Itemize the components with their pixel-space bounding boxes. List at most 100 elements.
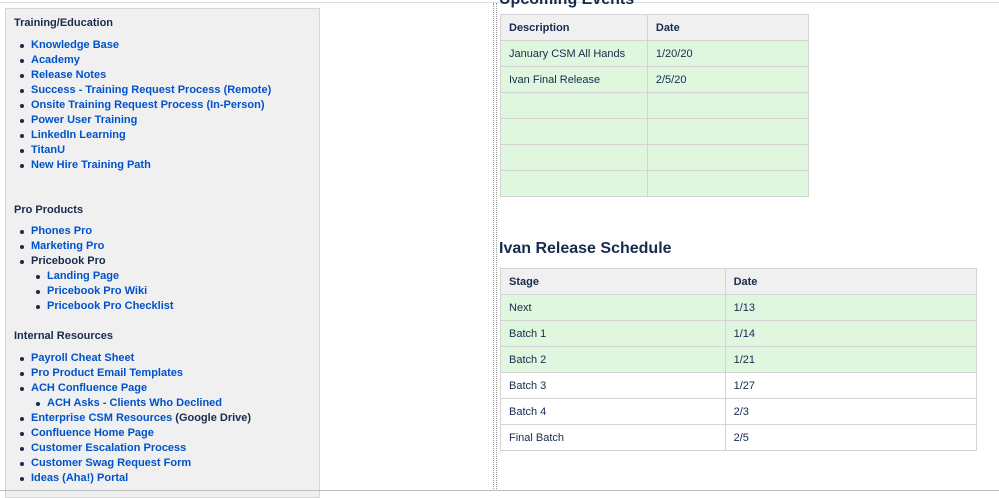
date-cell: 1/21 [724, 346, 978, 373]
training-section-title: Training/Education [14, 17, 114, 29]
ach-asks-link[interactable]: ACH Asks - Clients Who Declined [47, 397, 222, 409]
pro-products-section-title: Pro Products [14, 204, 84, 216]
table-row [500, 92, 810, 119]
event-date [646, 118, 810, 145]
date-column-header: Date [724, 268, 978, 295]
list-item: Pricebook Pro Wiki [6, 284, 174, 299]
event-description [500, 92, 648, 119]
event-description [500, 144, 648, 171]
event-date [646, 92, 810, 119]
table-row [500, 118, 810, 145]
list-item: Success - Training Request Process (Remo… [6, 83, 271, 98]
list-item: LinkedIn Learning [6, 128, 271, 143]
list-item: Knowledge Base [6, 38, 271, 53]
list-item: ACH Confluence Page [6, 381, 251, 396]
landing-page-link[interactable]: Landing Page [47, 270, 119, 282]
list-item: ACH Asks - Clients Who Declined [6, 396, 251, 411]
release-notes-link[interactable]: Release Notes [31, 69, 106, 81]
list-item: Customer Escalation Process [6, 441, 251, 456]
training-list: Knowledge Base Academy Release Notes Suc… [6, 38, 271, 173]
confluence-home-link[interactable]: Confluence Home Page [31, 427, 154, 439]
swag-request-link[interactable]: Customer Swag Request Form [31, 457, 191, 469]
table-row: Ivan Final Release 2/5/20 [500, 66, 810, 93]
table-row: Next 1/13 [500, 294, 978, 321]
list-item: Marketing Pro [6, 239, 174, 254]
list-item: TitanU [6, 143, 271, 158]
table-row [500, 144, 810, 171]
titanu-link[interactable]: TitanU [31, 144, 65, 156]
pricebook-pro-label: Pricebook Pro [31, 255, 106, 267]
list-item: Pricebook Pro [6, 254, 174, 269]
pricebook-pro-checklist-link[interactable]: Pricebook Pro Checklist [47, 300, 174, 312]
stage-cell: Batch 1 [500, 320, 726, 347]
new-hire-training-link[interactable]: New Hire Training Path [31, 159, 151, 171]
stage-cell: Next [500, 294, 726, 321]
stage-cell: Batch 4 [500, 398, 726, 425]
event-date: 2/5/20 [646, 66, 810, 93]
pricebook-pro-wiki-link[interactable]: Pricebook Pro Wiki [47, 285, 147, 297]
stage-cell: Batch 3 [500, 372, 726, 399]
table-row: January CSM All Hands 1/20/20 [500, 40, 810, 67]
linkedin-learning-link[interactable]: LinkedIn Learning [31, 129, 126, 141]
escalation-process-link[interactable]: Customer Escalation Process [31, 442, 186, 454]
events-table: Description Date January CSM All Hands 1… [500, 14, 810, 197]
onsite-training-link[interactable]: Onsite Training Request Process (In-Pers… [31, 99, 265, 111]
academy-link[interactable]: Academy [31, 54, 80, 66]
internal-resources-section-title: Internal Resources [14, 330, 114, 342]
date-cell: 1/27 [724, 372, 978, 399]
date-cell: 1/13 [724, 294, 978, 321]
event-description: January CSM All Hands [500, 40, 648, 67]
remote-training-link[interactable]: Success - Training Request Process (Remo… [31, 84, 271, 96]
ideas-portal-link[interactable]: Ideas (Aha!) Portal [31, 472, 128, 484]
column-divider [493, 3, 494, 491]
list-item: Ideas (Aha!) Portal [6, 471, 251, 486]
stage-cell: Final Batch [500, 424, 726, 451]
table-row: Batch 3 1/27 [500, 372, 978, 399]
list-item: Confluence Home Page [6, 426, 251, 441]
list-item: Customer Swag Request Form [6, 456, 251, 471]
event-date [646, 144, 810, 171]
list-item: Release Notes [6, 68, 271, 83]
event-date [646, 170, 810, 197]
email-templates-link[interactable]: Pro Product Email Templates [31, 367, 183, 379]
list-item: Pro Product Email Templates [6, 366, 251, 381]
enterprise-csm-link[interactable]: Enterprise CSM Resources [31, 412, 172, 424]
payroll-cheat-sheet-link[interactable]: Payroll Cheat Sheet [31, 352, 134, 364]
release-schedule-title: Ivan Release Schedule [499, 240, 672, 257]
release-schedule-table: Stage Date Next 1/13 Batch 1 1/14 Batch … [500, 268, 978, 451]
list-item: Landing Page [6, 269, 174, 284]
table-row: Batch 2 1/21 [500, 346, 978, 373]
list-item: New Hire Training Path [6, 158, 271, 173]
list-item: Enterprise CSM Resources (Google Drive) [6, 411, 251, 426]
google-drive-note: (Google Drive) [172, 412, 252, 424]
table-row [500, 170, 810, 197]
stage-column-header: Stage [500, 268, 726, 295]
power-user-training-link[interactable]: Power User Training [31, 114, 137, 126]
stage-cell: Batch 2 [500, 346, 726, 373]
bottom-rule [0, 490, 999, 491]
events-heading: Upcoming Events [499, 0, 634, 9]
internal-resources-list: Payroll Cheat Sheet Pro Product Email Te… [6, 351, 251, 486]
table-row: Batch 1 1/14 [500, 320, 978, 347]
date-cell: 2/5 [724, 424, 978, 451]
date-cell: 1/14 [724, 320, 978, 347]
list-item: Onsite Training Request Process (In-Pers… [6, 98, 271, 113]
column-divider [496, 3, 497, 491]
date-column-header: Date [646, 14, 810, 41]
list-item: Pricebook Pro Checklist [6, 299, 174, 314]
event-description [500, 170, 648, 197]
list-item: Phones Pro [6, 224, 174, 239]
knowledge-base-link[interactable]: Knowledge Base [31, 39, 119, 51]
description-column-header: Description [500, 14, 648, 41]
event-description: Ivan Final Release [500, 66, 648, 93]
table-row: Batch 4 2/3 [500, 398, 978, 425]
phones-pro-link[interactable]: Phones Pro [31, 225, 92, 237]
table-row: Final Batch 2/5 [500, 424, 978, 451]
event-description [500, 118, 648, 145]
marketing-pro-link[interactable]: Marketing Pro [31, 240, 104, 252]
list-item: Payroll Cheat Sheet [6, 351, 251, 366]
date-cell: 2/3 [724, 398, 978, 425]
ach-confluence-link[interactable]: ACH Confluence Page [31, 382, 147, 394]
resources-panel: Training/Education Knowledge Base Academ… [5, 8, 320, 498]
list-item: Academy [6, 53, 271, 68]
